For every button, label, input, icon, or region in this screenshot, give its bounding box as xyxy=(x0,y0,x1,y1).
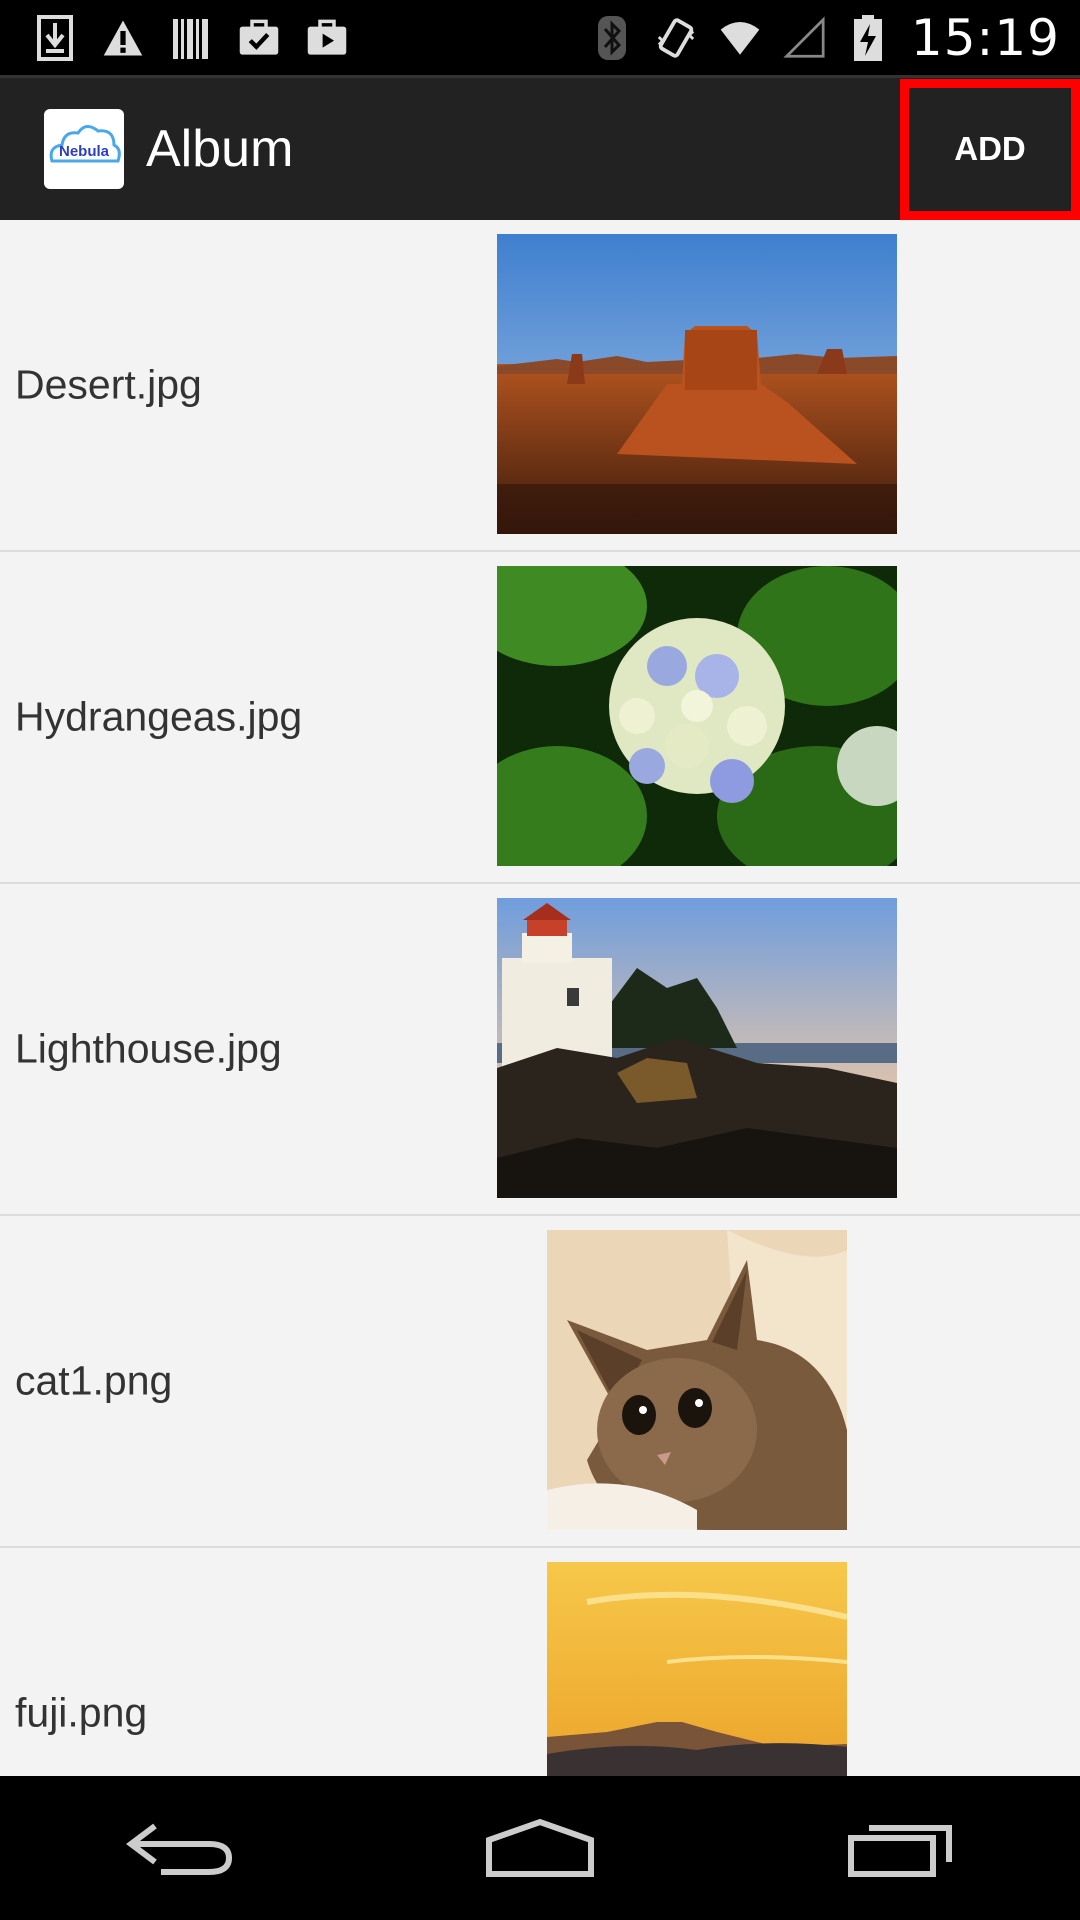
download-icon xyxy=(34,14,76,62)
lighthouse-thumbnail[interactable] xyxy=(497,898,897,1198)
briefcase-check-icon xyxy=(238,14,280,62)
status-bar: 15:19 xyxy=(0,0,1080,75)
home-button[interactable] xyxy=(470,1798,610,1898)
recent-apps-button[interactable] xyxy=(830,1798,970,1898)
signal-icon xyxy=(783,14,825,62)
vibrate-icon xyxy=(655,14,697,62)
list-item[interactable]: cat1.png xyxy=(0,1216,1080,1548)
play-store-icon xyxy=(306,14,348,62)
item-name: cat1.png xyxy=(15,1357,173,1404)
system-icons: 15:19 xyxy=(591,9,1080,67)
navigation-bar xyxy=(0,1776,1080,1920)
item-name: Lighthouse.jpg xyxy=(15,1025,282,1072)
cat-thumbnail[interactable] xyxy=(547,1230,847,1530)
list-item[interactable]: Desert.jpg xyxy=(0,220,1080,552)
desert-thumbnail[interactable] xyxy=(497,234,897,534)
back-icon xyxy=(126,1823,233,1875)
back-button[interactable] xyxy=(110,1798,250,1898)
add-button[interactable]: ADD xyxy=(900,78,1080,220)
home-icon xyxy=(486,1818,594,1877)
battery-charging-icon xyxy=(847,14,889,62)
action-bar: Nebula Album ADD xyxy=(0,75,1080,220)
item-name: Hydrangeas.jpg xyxy=(15,693,303,740)
bluetooth-icon xyxy=(591,14,633,62)
hydrangeas-thumbnail[interactable] xyxy=(497,566,897,866)
list-item[interactable]: Hydrangeas.jpg xyxy=(0,552,1080,884)
warning-icon xyxy=(102,14,144,62)
nebula-logo: Nebula xyxy=(44,109,124,189)
fuji-thumbnail[interactable] xyxy=(547,1562,847,1776)
wifi-icon xyxy=(719,14,761,62)
notification-icons xyxy=(0,14,348,62)
item-name: fuji.png xyxy=(15,1689,148,1736)
clock: 15:19 xyxy=(910,8,1060,67)
recent-apps-icon xyxy=(848,1825,952,1877)
item-name: Desert.jpg xyxy=(15,361,202,408)
album-list[interactable]: Desert.jpg Hydrangeas.jpg Lighthouse.jpg… xyxy=(0,220,1080,1776)
list-item[interactable]: Lighthouse.jpg xyxy=(0,884,1080,1216)
page-title: Album xyxy=(146,120,294,178)
barcode-icon xyxy=(170,14,212,62)
logo-text: Nebula xyxy=(58,142,109,160)
add-button-label: ADD xyxy=(954,130,1026,167)
list-item[interactable]: fuji.png xyxy=(0,1548,1080,1776)
